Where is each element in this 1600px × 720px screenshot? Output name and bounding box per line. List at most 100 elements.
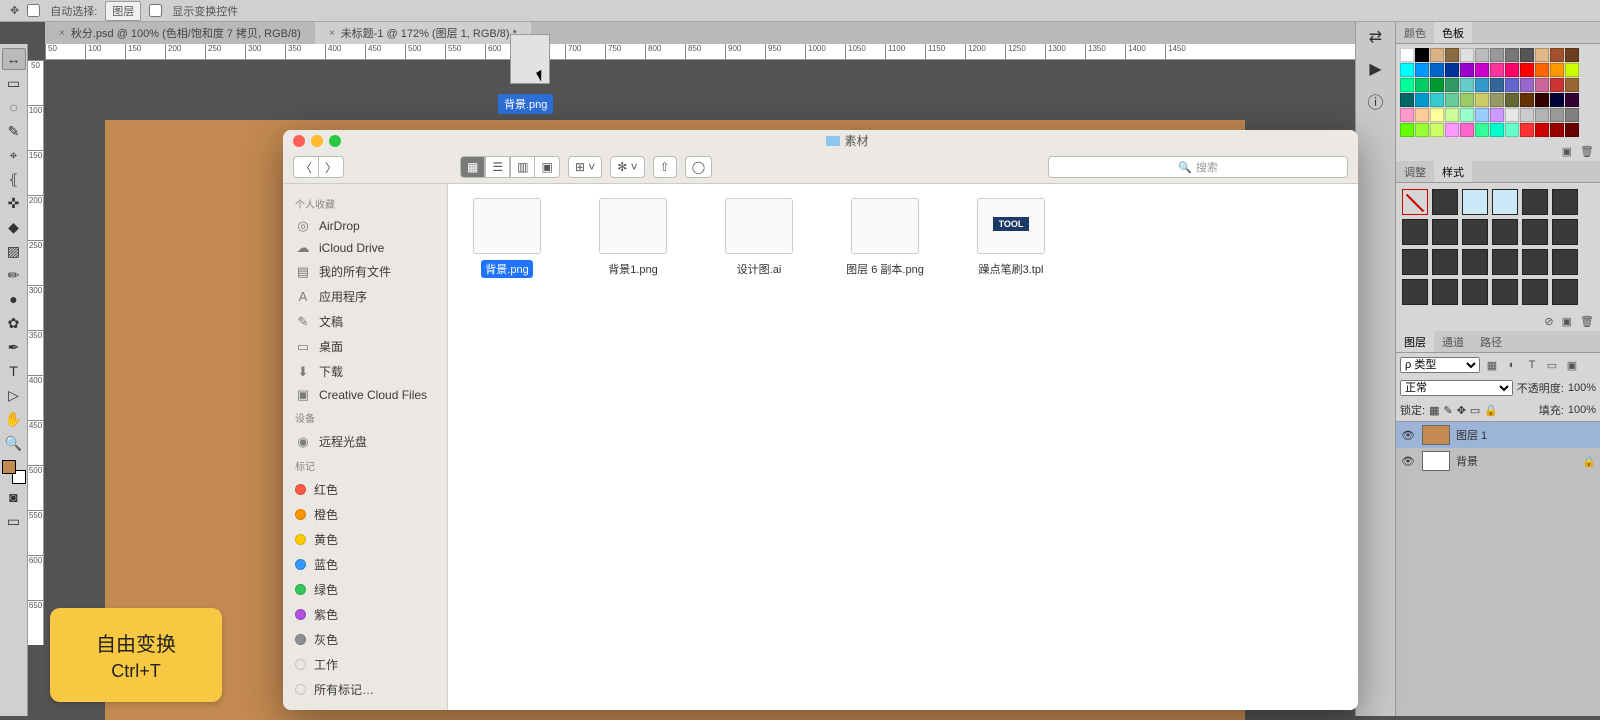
swatch[interactable] (1505, 48, 1519, 62)
swatch[interactable] (1505, 108, 1519, 122)
swatch[interactable] (1430, 108, 1444, 122)
tool-button[interactable]: ▷ (2, 384, 26, 406)
auto-select-dropdown[interactable]: 图层 (105, 1, 141, 21)
swatch[interactable] (1415, 63, 1429, 77)
tool-button[interactable]: ⦃ (2, 168, 26, 190)
style-preset[interactable] (1432, 249, 1458, 275)
style-preset[interactable] (1552, 279, 1578, 305)
tab-channels[interactable]: 通道 (1434, 331, 1472, 352)
close-icon[interactable]: × (329, 28, 335, 39)
layer-kind-select[interactable]: ρ 类型 (1400, 357, 1480, 373)
screenmode-button[interactable]: ▭ (2, 510, 26, 532)
tool-button[interactable]: ● (2, 288, 26, 310)
trash-icon[interactable]: 🗑 (1580, 145, 1594, 158)
new-style-icon[interactable]: ▣ (1562, 315, 1572, 328)
sidebar-item[interactable]: ◎AirDrop (283, 215, 447, 237)
swatch[interactable] (1460, 78, 1474, 92)
swatch[interactable] (1520, 93, 1534, 107)
lock-artboard-icon[interactable]: ▭ (1470, 404, 1480, 417)
swatch[interactable] (1475, 63, 1489, 77)
layer-item[interactable]: 👁背景🔒 (1396, 448, 1600, 474)
swatch[interactable] (1400, 48, 1414, 62)
style-preset[interactable] (1522, 189, 1548, 215)
swatch[interactable] (1550, 48, 1564, 62)
tool-button[interactable]: ✏ (2, 264, 26, 286)
gallery-view-button[interactable]: ▣ (535, 156, 559, 178)
swatch[interactable] (1475, 48, 1489, 62)
window-close-button[interactable] (293, 135, 305, 147)
finder-files[interactable]: 背景.png背景1.png设计图.ai图层 6 副本.pngTOOL躁点笔刷3.… (448, 184, 1358, 710)
document-tab[interactable]: ×未标题-1 @ 172% (图层 1, RGB/8) * (315, 22, 531, 44)
file-item[interactable]: TOOL躁点笔刷3.tpl (966, 198, 1056, 278)
tab-styles[interactable]: 样式 (1434, 161, 1472, 182)
sidebar-item[interactable]: ▤我的所有文件 (283, 259, 447, 284)
swatch[interactable] (1520, 78, 1534, 92)
swatch[interactable] (1565, 78, 1579, 92)
swatch[interactable] (1490, 78, 1504, 92)
swatch[interactable] (1490, 48, 1504, 62)
swatch[interactable] (1490, 63, 1504, 77)
sidebar-item[interactable]: 橙色 (283, 502, 447, 527)
swatch[interactable] (1535, 108, 1549, 122)
histogram-icon[interactable]: ⇄ (1365, 28, 1387, 46)
sidebar-item[interactable]: 绿色 (283, 577, 447, 602)
swatch[interactable] (1460, 123, 1474, 137)
swatch[interactable] (1415, 78, 1429, 92)
swatch[interactable] (1535, 93, 1549, 107)
sidebar-item[interactable]: 紫色 (283, 602, 447, 627)
trash-icon[interactable]: 🗑 (1580, 315, 1594, 328)
icon-view-button[interactable]: ▦ (460, 156, 485, 178)
swatch[interactable] (1460, 63, 1474, 77)
tool-button[interactable]: ◌ (2, 96, 26, 118)
swatch[interactable] (1550, 123, 1564, 137)
tab-swatches[interactable]: 色板 (1434, 22, 1472, 43)
swatch[interactable] (1535, 48, 1549, 62)
tool-button[interactable]: ✜ (2, 192, 26, 214)
sidebar-item[interactable]: ✎文稿 (283, 309, 447, 334)
swatch[interactable] (1415, 123, 1429, 137)
file-item[interactable]: 背景1.png (588, 198, 678, 278)
swatch[interactable] (1445, 78, 1459, 92)
finder-window[interactable]: 素材 〈 〉 ▦ ☰ ▥ ▣ ⊞ ˅ ✻ ˅ ⇧ ◯ 🔍 搜索 个人收藏◎Air… (283, 130, 1358, 710)
swatch[interactable] (1565, 108, 1579, 122)
tab-layers[interactable]: 图层 (1396, 331, 1434, 352)
style-preset[interactable] (1492, 219, 1518, 245)
swatch[interactable] (1430, 78, 1444, 92)
layer-thumbnail[interactable] (1422, 451, 1450, 471)
tool-button[interactable]: T (2, 360, 26, 382)
tool-button[interactable]: ✋ (2, 408, 26, 430)
sidebar-item[interactable]: ▣Creative Cloud Files (283, 384, 447, 406)
file-item[interactable]: 图层 6 副本.png (840, 198, 930, 278)
file-item[interactable]: 背景.png (462, 198, 552, 278)
lock-position-icon[interactable]: ✥ (1457, 404, 1466, 417)
swatch[interactable] (1460, 93, 1474, 107)
layer-item[interactable]: 👁图层 1 (1396, 422, 1600, 448)
quickmask-button[interactable]: ◙ (2, 486, 26, 508)
swatch[interactable] (1400, 63, 1414, 77)
tool-button[interactable]: ✒ (2, 336, 26, 358)
filter-smart-icon[interactable]: ▣ (1564, 357, 1580, 373)
sidebar-item[interactable]: 所有标记… (283, 677, 447, 702)
tool-button[interactable]: 🔍 (2, 432, 26, 454)
swatch[interactable] (1490, 108, 1504, 122)
swatch[interactable] (1400, 93, 1414, 107)
style-preset[interactable] (1552, 189, 1578, 215)
swatch[interactable] (1535, 123, 1549, 137)
sidebar-item[interactable]: A应用程序 (283, 284, 447, 309)
tool-button[interactable]: ↔ (2, 48, 26, 70)
action-button[interactable]: ✻ ˅ (610, 156, 644, 178)
swatch[interactable] (1505, 63, 1519, 77)
swatch[interactable] (1415, 93, 1429, 107)
style-preset[interactable] (1402, 189, 1428, 215)
swatch[interactable] (1400, 78, 1414, 92)
finder-titlebar[interactable]: 素材 (283, 130, 1358, 152)
tool-button[interactable]: ⌖ (2, 144, 26, 166)
sidebar-item[interactable]: 黄色 (283, 527, 447, 552)
swatch[interactable] (1565, 48, 1579, 62)
fill-value[interactable]: 100% (1568, 404, 1596, 416)
swatch[interactable] (1400, 108, 1414, 122)
tool-button[interactable]: ✎ (2, 120, 26, 142)
swatch[interactable] (1565, 123, 1579, 137)
swatch[interactable] (1445, 123, 1459, 137)
column-view-button[interactable]: ▥ (510, 156, 535, 178)
